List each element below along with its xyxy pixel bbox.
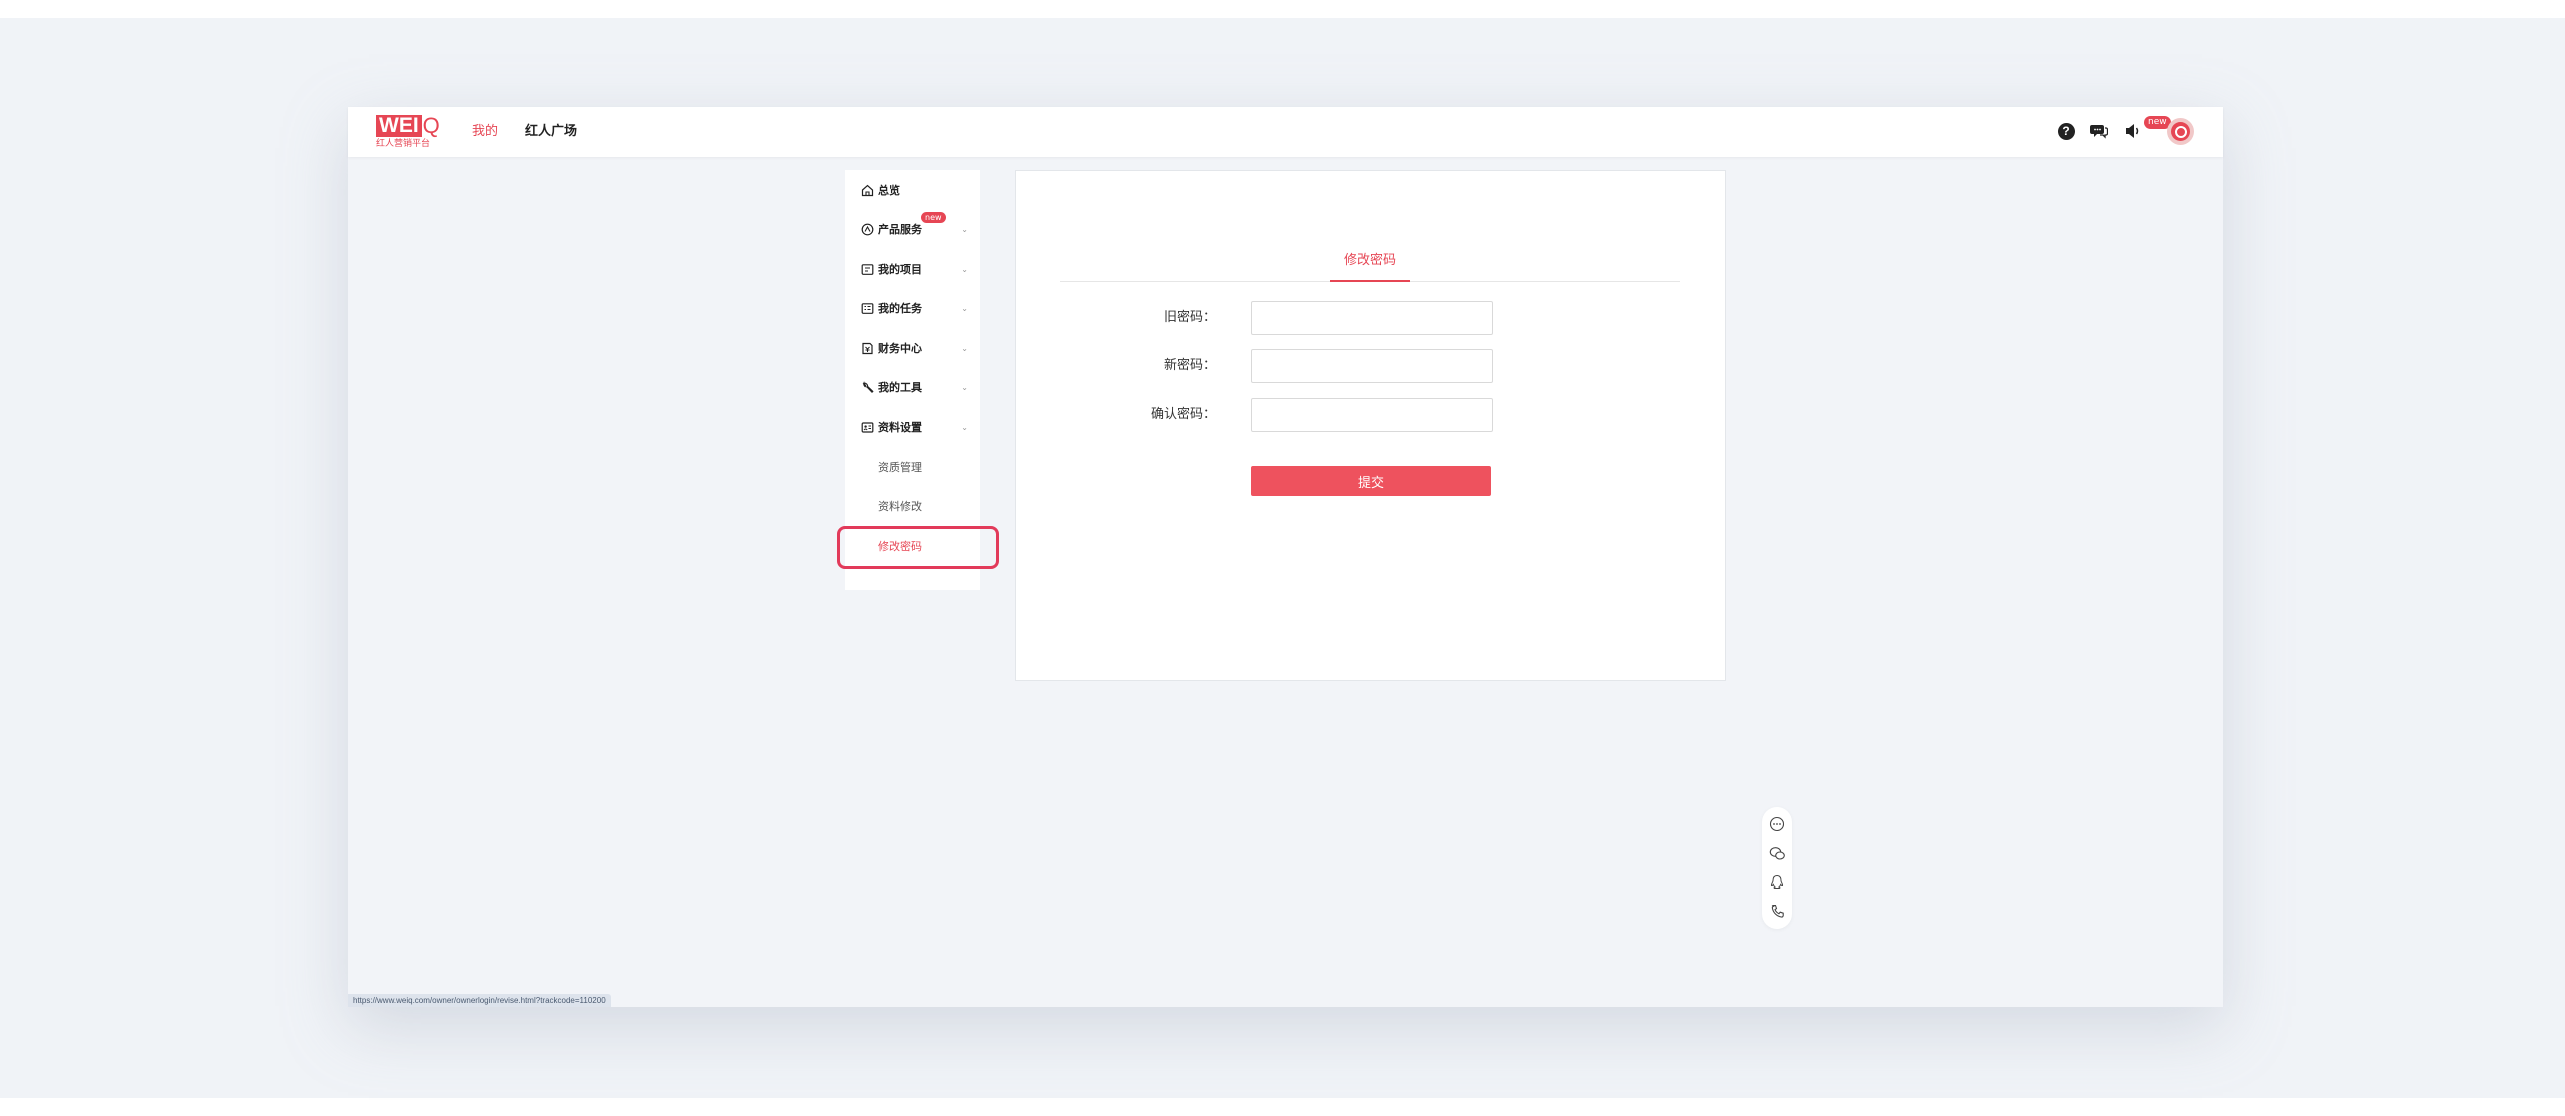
- sidebar-subitem-edit-profile[interactable]: 资料修改: [845, 490, 980, 522]
- tab-active-indicator: [1330, 280, 1410, 282]
- service-icon: [860, 222, 874, 236]
- confirm-password-input[interactable]: [1251, 398, 1493, 432]
- chevron-down-icon: ⌄: [961, 224, 968, 234]
- chevron-down-icon: ⌄: [961, 264, 968, 274]
- sidebar-subitem-qualification[interactable]: 资质管理: [845, 451, 980, 483]
- sidebar-item-overview[interactable]: 总览: [845, 174, 980, 206]
- task-icon: [860, 301, 874, 315]
- messages-icon[interactable]: [2089, 121, 2109, 141]
- sidebar-item-products[interactable]: 产品服务 new ⌄: [845, 212, 980, 245]
- sidebar-item-projects[interactable]: 我的项目 ⌄: [845, 253, 980, 285]
- old-password-input[interactable]: [1251, 301, 1493, 335]
- chevron-down-icon: ⌄: [961, 422, 968, 432]
- chevron-down-icon: ⌄: [961, 382, 968, 392]
- logo-tagline: 红人营销平台: [376, 139, 431, 149]
- sidebar-item-tools[interactable]: 我的工具 ⌄: [845, 371, 980, 403]
- qq-icon[interactable]: [1768, 873, 1786, 891]
- project-icon: [860, 262, 874, 276]
- chevron-down-icon: ⌄: [961, 343, 968, 353]
- logo-text: WEI: [376, 115, 422, 137]
- nav-influencer-square[interactable]: 红人广场: [525, 122, 577, 142]
- old-password-label: 旧密码：: [1163, 310, 1216, 325]
- logo-q: Q: [422, 113, 440, 138]
- new-badge: new: [921, 212, 946, 223]
- phone-icon[interactable]: [1768, 902, 1786, 920]
- sidebar-item-profile-settings[interactable]: 资料设置 ⌄: [845, 411, 980, 443]
- status-bar-url: https://www.weiq.com/owner/ownerlogin/re…: [348, 994, 611, 1007]
- floating-contact-bar: [1762, 807, 1792, 929]
- more-icon[interactable]: [1768, 815, 1786, 833]
- nav-mine[interactable]: 我的: [472, 122, 498, 142]
- profile-icon: [860, 420, 874, 434]
- weiq-logo[interactable]: WEI Q 红人营销平台: [376, 115, 440, 151]
- new-password-input[interactable]: [1251, 349, 1493, 383]
- change-password-panel: 修改密码 旧密码： 新密码： 确认密码： 提交: [1015, 170, 1726, 681]
- highlight-box: [837, 526, 999, 569]
- chevron-down-icon: ⌄: [961, 303, 968, 313]
- new-password-label: 新密码：: [1163, 358, 1216, 373]
- sidebar-item-finance[interactable]: 财务中心 ⌄: [845, 332, 980, 364]
- submit-button[interactable]: 提交: [1251, 466, 1491, 496]
- tool-icon: [860, 380, 874, 394]
- wechat-icon[interactable]: [1768, 844, 1786, 862]
- home-icon: [860, 183, 874, 197]
- help-icon[interactable]: ?: [2056, 121, 2076, 141]
- tab-change-password[interactable]: 修改密码: [1330, 251, 1410, 282]
- sidebar-item-tasks[interactable]: 我的任务 ⌄: [845, 292, 980, 324]
- user-avatar[interactable]: [2167, 118, 2194, 145]
- browser-window: WEI Q 红人营销平台 我的 红人广场 ? new 总览 产品服务 new ⌄…: [348, 107, 2223, 1007]
- finance-icon: [860, 341, 874, 355]
- announcement-icon[interactable]: [2123, 121, 2143, 141]
- confirm-password-label: 确认密码：: [1150, 407, 1216, 422]
- top-bar: WEI Q 红人营销平台 我的 红人广场 ? new: [348, 107, 2223, 157]
